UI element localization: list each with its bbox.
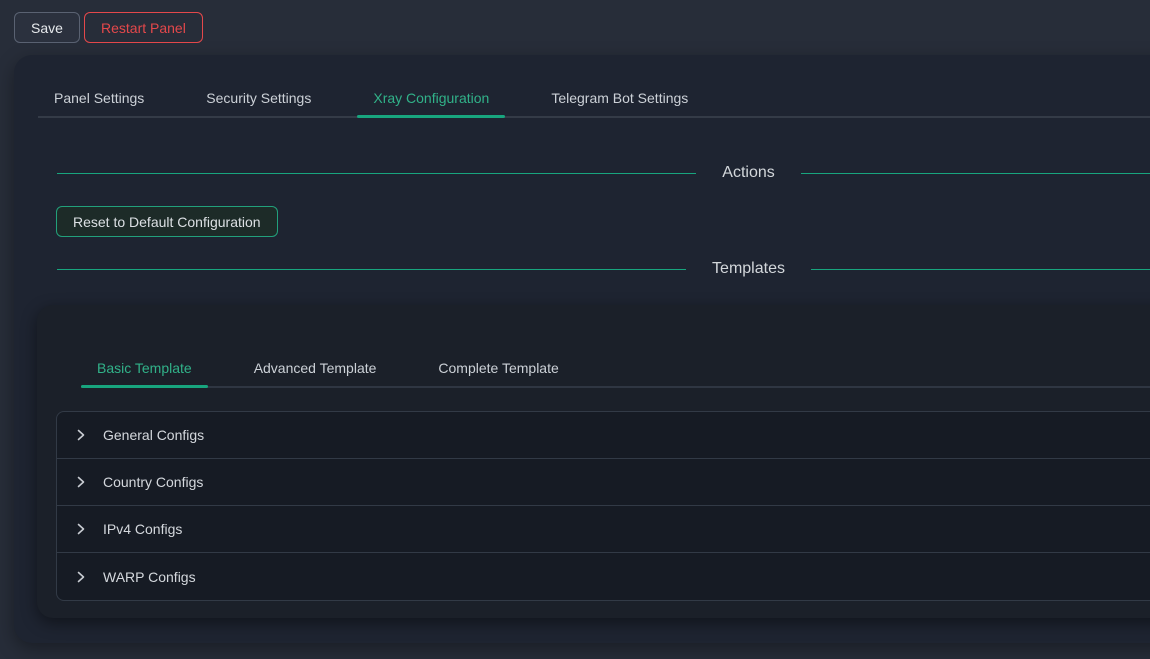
chevron-right-icon [75,476,87,488]
page: Save Restart Panel Panel Settings Securi… [0,0,1150,659]
chevron-right-icon [75,523,87,535]
tab-security-settings[interactable]: Security Settings [190,80,327,116]
save-button[interactable]: Save [14,12,80,43]
collapse-item-warp-configs[interactable]: WARP Configs [57,553,1150,600]
chevron-right-icon [75,571,87,583]
template-tabs: Basic Template Advanced Template Complet… [81,350,1150,388]
tab-advanced-template[interactable]: Advanced Template [238,350,393,386]
tab-xray-configuration[interactable]: Xray Configuration [357,80,505,116]
chevron-right-icon [75,429,87,441]
templates-card: Basic Template Advanced Template Complet… [37,305,1150,618]
settings-tabs: Panel Settings Security Settings Xray Co… [38,80,1150,118]
templates-divider-label: Templates [712,260,785,278]
actions-divider: Actions [57,163,1150,183]
collapse-item-country-configs[interactable]: Country Configs [57,459,1150,506]
tab-panel-settings[interactable]: Panel Settings [38,80,160,116]
collapse-item-label: Country Configs [103,474,203,490]
collapse-item-general-configs[interactable]: General Configs [57,412,1150,459]
tab-telegram-bot-settings[interactable]: Telegram Bot Settings [535,80,704,116]
template-config-collapse: General Configs Country Configs IPv4 Con… [56,411,1150,601]
reset-default-configuration-button[interactable]: Reset to Default Configuration [56,206,278,237]
settings-card: Panel Settings Security Settings Xray Co… [14,55,1150,643]
templates-divider: Templates [57,259,1150,279]
restart-panel-button[interactable]: Restart Panel [84,12,203,43]
collapse-item-ipv4-configs[interactable]: IPv4 Configs [57,506,1150,553]
collapse-item-label: WARP Configs [103,569,196,585]
tab-complete-template[interactable]: Complete Template [422,350,574,386]
collapse-item-label: General Configs [103,427,204,443]
collapse-item-label: IPv4 Configs [103,521,182,537]
actions-divider-label: Actions [722,164,774,182]
tab-basic-template[interactable]: Basic Template [81,350,208,386]
